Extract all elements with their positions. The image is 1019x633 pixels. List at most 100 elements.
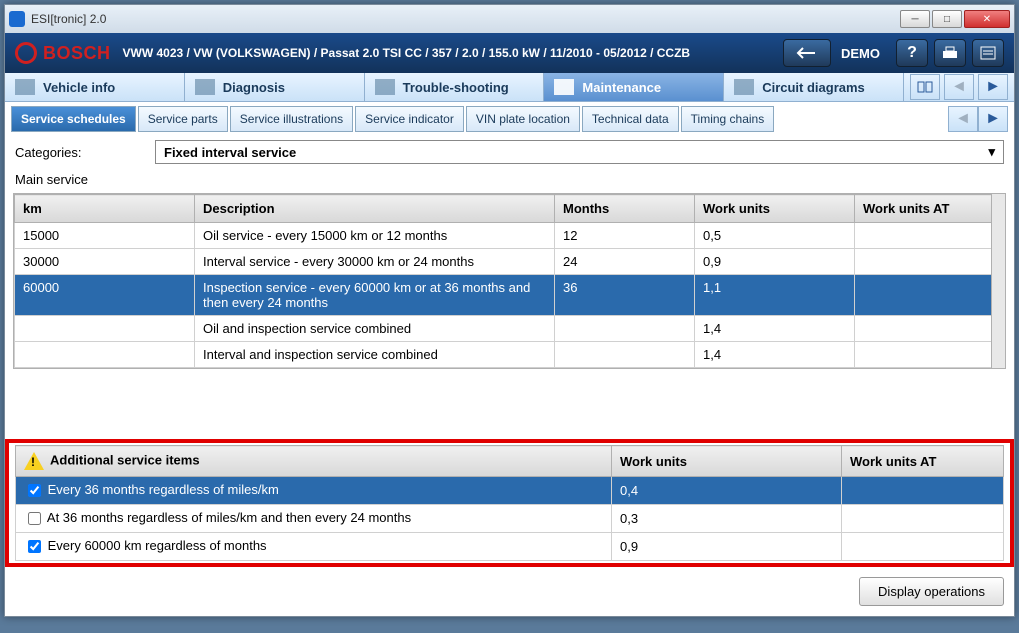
window-title: ESI[tronic] 2.0 bbox=[31, 12, 106, 26]
additional-items-highlight: Additional service items Work units Work… bbox=[5, 439, 1014, 567]
subtab-vin-plate[interactable]: VIN plate location bbox=[466, 106, 580, 132]
subtab-timing-chains[interactable]: Timing chains bbox=[681, 106, 775, 132]
app-header: BOSCH VWW 4023 / VW (VOLKSWAGEN) / Passa… bbox=[5, 33, 1014, 73]
tab-label: Trouble-shooting bbox=[403, 80, 509, 95]
item-checkbox[interactable] bbox=[28, 484, 41, 497]
select-value: Fixed interval service bbox=[164, 145, 296, 160]
vehicle-string: VWW 4023 / VW (VOLKSWAGEN) / Passat 2.0 … bbox=[123, 46, 691, 60]
tab-label: Diagnosis bbox=[223, 80, 285, 95]
tab-circuit-diagrams[interactable]: Circuit diagrams bbox=[724, 73, 904, 101]
table-row[interactable]: Oil and inspection service combined 1,4 bbox=[15, 316, 1005, 342]
chevron-down-icon: ▾ bbox=[988, 144, 995, 160]
additional-items-grid: Additional service items Work units Work… bbox=[15, 445, 1004, 561]
cell-desc: At 36 months regardless of miles/km and … bbox=[16, 505, 612, 533]
page-prev-button[interactable]: ◄ bbox=[944, 74, 974, 100]
additional-row[interactable]: At 36 months regardless of miles/km and … bbox=[16, 505, 1004, 533]
circuit-icon bbox=[734, 79, 754, 95]
item-checkbox[interactable] bbox=[28, 512, 41, 525]
cell-km: 15000 bbox=[15, 223, 195, 249]
footer: Display operations bbox=[5, 567, 1014, 616]
cell-km bbox=[15, 342, 195, 368]
display-operations-button[interactable]: Display operations bbox=[859, 577, 1004, 606]
subtab-service-illustrations[interactable]: Service illustrations bbox=[230, 106, 353, 132]
tab-label: Maintenance bbox=[582, 80, 661, 95]
col-work-units[interactable]: Work units bbox=[695, 195, 855, 223]
cell-desc: Every 36 months regardless of miles/km bbox=[16, 477, 612, 505]
book-view-button[interactable] bbox=[910, 74, 940, 100]
bosch-logo-icon bbox=[15, 42, 37, 64]
cell-months bbox=[555, 316, 695, 342]
cell-desc: Interval and inspection service combined bbox=[195, 342, 555, 368]
cell-wu: 1,4 bbox=[695, 342, 855, 368]
table-row[interactable]: 30000Interval service - every 30000 km o… bbox=[15, 249, 1005, 275]
diagnosis-icon bbox=[195, 79, 215, 95]
cell-wuat bbox=[842, 533, 1004, 561]
cell-wuat bbox=[855, 249, 1005, 275]
cell-wu: 1,4 bbox=[695, 316, 855, 342]
col-add-work-units-at[interactable]: Work units AT bbox=[842, 446, 1004, 477]
tab-vehicle-info[interactable]: Vehicle info bbox=[5, 73, 185, 101]
col-description[interactable]: Description bbox=[195, 195, 555, 223]
col-km[interactable]: km bbox=[15, 195, 195, 223]
maintenance-icon bbox=[554, 79, 574, 95]
warning-icon bbox=[24, 452, 44, 470]
printer-icon bbox=[941, 45, 959, 61]
title-bar: ESI[tronic] 2.0 ─ □ ✕ bbox=[5, 5, 1014, 33]
help-button[interactable]: ? bbox=[896, 39, 928, 67]
close-button[interactable]: ✕ bbox=[964, 10, 1010, 28]
cell-wu: 0,4 bbox=[612, 477, 842, 505]
cell-wu: 0,3 bbox=[612, 505, 842, 533]
cell-wuat bbox=[855, 223, 1005, 249]
subtab-technical-data[interactable]: Technical data bbox=[582, 106, 679, 132]
filter-row: Categories: Fixed interval service ▾ bbox=[5, 132, 1014, 172]
sub-tabs: Service schedules Service parts Service … bbox=[5, 102, 1014, 132]
table-row[interactable]: 60000Inspection service - every 60000 km… bbox=[15, 275, 1005, 316]
menu-button[interactable] bbox=[972, 39, 1004, 67]
cell-desc: Inspection service - every 60000 km or a… bbox=[195, 275, 555, 316]
categories-label: Categories: bbox=[15, 145, 155, 160]
col-work-units-at[interactable]: Work units AT bbox=[855, 195, 1005, 223]
col-months[interactable]: Months bbox=[555, 195, 695, 223]
minimize-button[interactable]: ─ bbox=[900, 10, 930, 28]
troubleshoot-icon bbox=[375, 79, 395, 95]
help-icon: ? bbox=[907, 44, 917, 62]
grid-scrollbar[interactable] bbox=[991, 194, 1005, 368]
cell-months bbox=[555, 342, 695, 368]
col-additional-items[interactable]: Additional service items bbox=[16, 446, 612, 477]
cell-wuat bbox=[855, 316, 1005, 342]
subtab-service-schedules[interactable]: Service schedules bbox=[11, 106, 136, 132]
main-tabs: Vehicle info Diagnosis Trouble-shooting … bbox=[5, 73, 1014, 102]
book-icon bbox=[916, 80, 934, 94]
nav-back-button[interactable] bbox=[783, 39, 831, 67]
app-window: ESI[tronic] 2.0 ─ □ ✕ BOSCH VWW 4023 / V… bbox=[4, 4, 1015, 617]
item-checkbox[interactable] bbox=[28, 540, 41, 553]
cell-months: 24 bbox=[555, 249, 695, 275]
cell-wuat bbox=[842, 477, 1004, 505]
cell-desc: Oil service - every 15000 km or 12 month… bbox=[195, 223, 555, 249]
tab-troubleshooting[interactable]: Trouble-shooting bbox=[365, 73, 545, 101]
table-row[interactable]: 15000Oil service - every 15000 km or 12 … bbox=[15, 223, 1005, 249]
table-row[interactable]: Interval and inspection service combined… bbox=[15, 342, 1005, 368]
print-button[interactable] bbox=[934, 39, 966, 67]
item-desc: At 36 months regardless of miles/km and … bbox=[44, 510, 411, 525]
cell-desc: Interval service - every 30000 km or 24 … bbox=[195, 249, 555, 275]
subtab-next-button[interactable]: ► bbox=[978, 106, 1008, 132]
col-add-work-units[interactable]: Work units bbox=[612, 446, 842, 477]
additional-row[interactable]: Every 36 months regardless of miles/km0,… bbox=[16, 477, 1004, 505]
cell-km: 60000 bbox=[15, 275, 195, 316]
tab-maintenance[interactable]: Maintenance bbox=[544, 73, 724, 101]
demo-label: DEMO bbox=[841, 46, 880, 61]
subtab-service-parts[interactable]: Service parts bbox=[138, 106, 228, 132]
page-next-button[interactable]: ► bbox=[978, 74, 1008, 100]
tab-diagnosis[interactable]: Diagnosis bbox=[185, 73, 365, 101]
cell-wu: 0,9 bbox=[695, 249, 855, 275]
cell-wuat bbox=[855, 275, 1005, 316]
categories-select[interactable]: Fixed interval service ▾ bbox=[155, 140, 1004, 164]
subtab-service-indicator[interactable]: Service indicator bbox=[355, 106, 464, 132]
app-icon bbox=[9, 11, 25, 27]
cell-desc: Oil and inspection service combined bbox=[195, 316, 555, 342]
subtab-prev-button[interactable]: ◄ bbox=[948, 106, 978, 132]
additional-row[interactable]: Every 60000 km regardless of months0,9 bbox=[16, 533, 1004, 561]
maximize-button[interactable]: □ bbox=[932, 10, 962, 28]
tab-label: Circuit diagrams bbox=[762, 80, 865, 95]
